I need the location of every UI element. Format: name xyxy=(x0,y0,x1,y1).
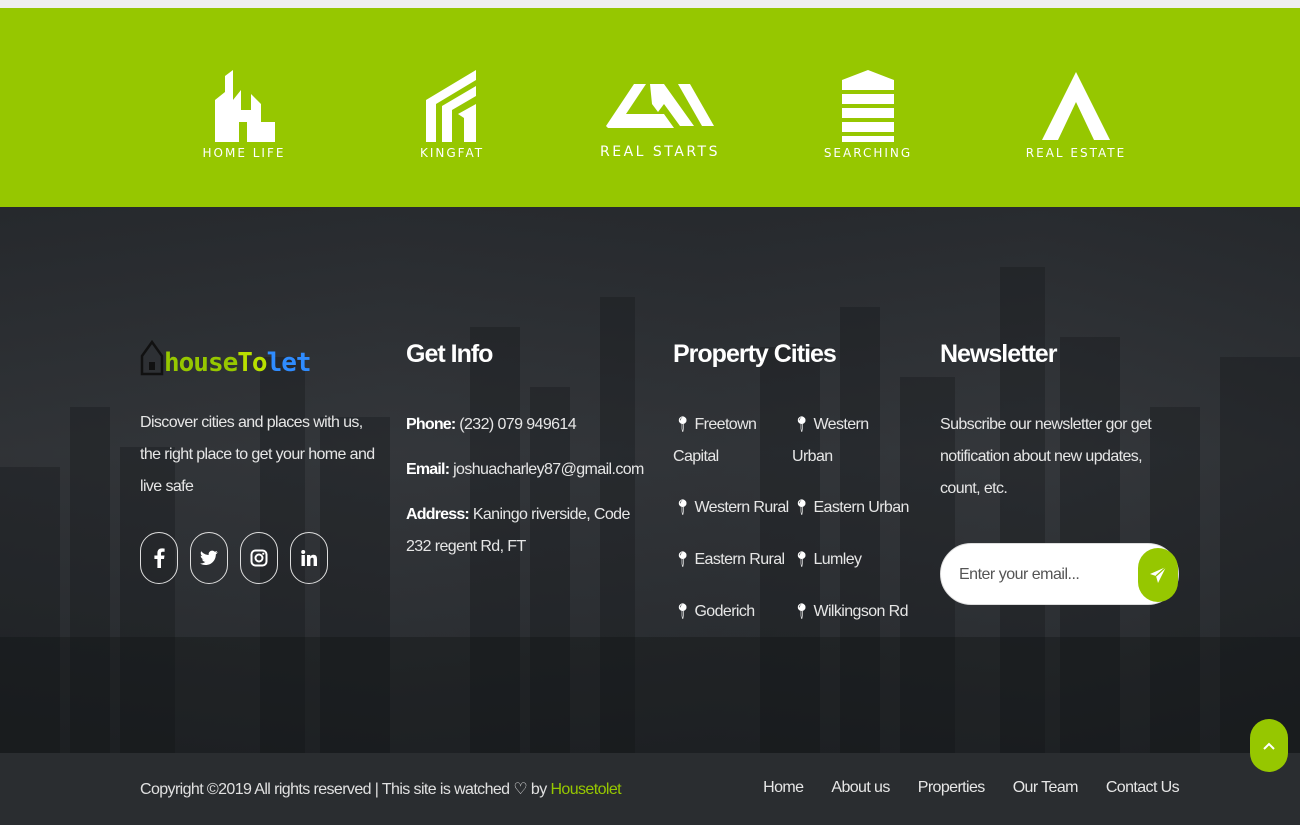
copyright-text: Copyright ©2019 All rights reserved | Th… xyxy=(140,779,622,799)
address-label: Address: xyxy=(406,506,470,523)
partners-band: HOME LIFE KINGFAT REAL STARTS SEARCHING xyxy=(0,8,1300,207)
map-marker-icon: 📍︎ xyxy=(673,499,692,516)
chevron-up-icon xyxy=(1263,742,1275,750)
about-text: Discover cities and places with us, the … xyxy=(140,414,375,495)
email-value[interactable]: joshuacharley87@gmail.com xyxy=(453,461,644,478)
city-name: Goderich xyxy=(694,603,755,620)
partner-label: REAL ESTATE xyxy=(1025,146,1127,160)
partner-real-estate[interactable]: REAL ESTATE xyxy=(1016,60,1136,160)
partner-label: SEARCHING xyxy=(823,146,913,160)
phone-label: Phone: xyxy=(406,416,456,433)
info-phone: Phone: (232) 079 949614 xyxy=(406,409,646,441)
partner-label: REAL STARTS xyxy=(600,144,720,160)
partner-kingfat[interactable]: KINGFAT xyxy=(392,60,512,160)
logo-let-text: let xyxy=(266,348,312,378)
linkedin-icon[interactable] xyxy=(290,532,328,584)
map-marker-icon: 📍︎ xyxy=(673,551,692,568)
housetolet-link[interactable]: Housetolet xyxy=(550,781,621,798)
property-cities-title: Property Cities xyxy=(673,340,837,368)
logo-house-text: house xyxy=(164,348,238,378)
copyright-prefix: Copyright ©2019 All rights reserved | Th… xyxy=(140,781,551,798)
map-marker-icon: 📍︎ xyxy=(792,603,811,620)
partner-home-life[interactable]: HOME LIFE xyxy=(184,60,304,160)
get-info-title: Get Info xyxy=(406,340,493,368)
city-link[interactable]: 📍︎ Goderich xyxy=(673,596,791,628)
newsletter-title: Newsletter xyxy=(940,340,1057,368)
map-marker-icon: 📍︎ xyxy=(673,416,692,433)
partner-label: HOME LIFE xyxy=(202,146,286,160)
city-name: Wilkingson Rd xyxy=(813,603,908,620)
triangle-a-logo-icon xyxy=(1042,72,1110,140)
city-link[interactable]: 📍︎ Western Urban xyxy=(792,409,910,473)
partner-label: KINGFAT xyxy=(419,146,485,160)
newsletter-submit-button[interactable] xyxy=(1138,548,1178,602)
bottom-bar: Copyright ©2019 All rights reserved | Th… xyxy=(0,753,1300,825)
city-name: Western Rural xyxy=(694,499,789,516)
city-name: Lumley xyxy=(813,551,862,568)
info-email: Email: joshuacharley87@gmail.com xyxy=(406,454,646,486)
phone-value[interactable]: (232) 079 949614 xyxy=(459,416,576,433)
building-logo-icon xyxy=(215,70,275,142)
partner-searching[interactable]: SEARCHING xyxy=(808,60,928,160)
partner-real-starts[interactable]: REAL STARTS xyxy=(600,60,720,160)
map-marker-icon: 📍︎ xyxy=(792,499,811,516)
email-label: Email: xyxy=(406,461,450,478)
stacked-blocks-logo-icon xyxy=(842,70,894,142)
footer-main: house To let Discover cities and places … xyxy=(0,207,1300,753)
city-name: Eastern Rural xyxy=(694,551,785,568)
paper-plane-icon xyxy=(1150,566,1167,583)
instagram-icon[interactable] xyxy=(240,532,278,584)
newsletter-text: Subscribe our newsletter gor get notific… xyxy=(940,416,1152,497)
map-marker-icon: 📍︎ xyxy=(792,551,811,568)
footer-nav: Home About us Properties Our Team Contac… xyxy=(763,779,1179,797)
footer-nav-home[interactable]: Home xyxy=(763,779,804,797)
site-logo[interactable]: house To let xyxy=(140,340,312,378)
city-link[interactable]: 📍︎ Lumley xyxy=(792,544,910,576)
map-marker-icon: 📍︎ xyxy=(792,416,811,433)
city-name: Eastern Urban xyxy=(813,499,909,516)
house-logo-icon xyxy=(140,340,164,376)
footer-nav-team[interactable]: Our Team xyxy=(1013,779,1079,797)
facebook-icon[interactable] xyxy=(140,532,178,584)
footer-nav-properties[interactable]: Properties xyxy=(918,779,986,797)
city-link[interactable]: 📍︎ Eastern Rural xyxy=(673,544,791,576)
house-stripes-logo-icon xyxy=(426,70,476,142)
map-marker-icon: 📍︎ xyxy=(673,603,692,620)
logo-to-text: To xyxy=(237,348,267,378)
info-address: Address: Kaningo riverside, Code 232 reg… xyxy=(406,499,646,563)
city-link[interactable]: 📍︎ Freetown Capital xyxy=(673,409,791,473)
roof-peaks-logo-icon xyxy=(606,84,714,128)
newsletter-email-input[interactable] xyxy=(959,562,1129,588)
city-link[interactable]: 📍︎ Eastern Urban xyxy=(792,492,910,524)
top-strip xyxy=(0,0,1300,8)
footer-nav-contact[interactable]: Contact Us xyxy=(1106,779,1180,797)
social-links xyxy=(140,532,328,584)
footer-nav-about[interactable]: About us xyxy=(831,779,890,797)
back-to-top-button[interactable] xyxy=(1250,719,1288,772)
city-link[interactable]: 📍︎ Western Rural xyxy=(673,492,791,524)
newsletter-form xyxy=(940,543,1179,605)
twitter-icon[interactable] xyxy=(190,532,228,584)
city-link[interactable]: 📍︎ Wilkingson Rd xyxy=(792,596,910,628)
